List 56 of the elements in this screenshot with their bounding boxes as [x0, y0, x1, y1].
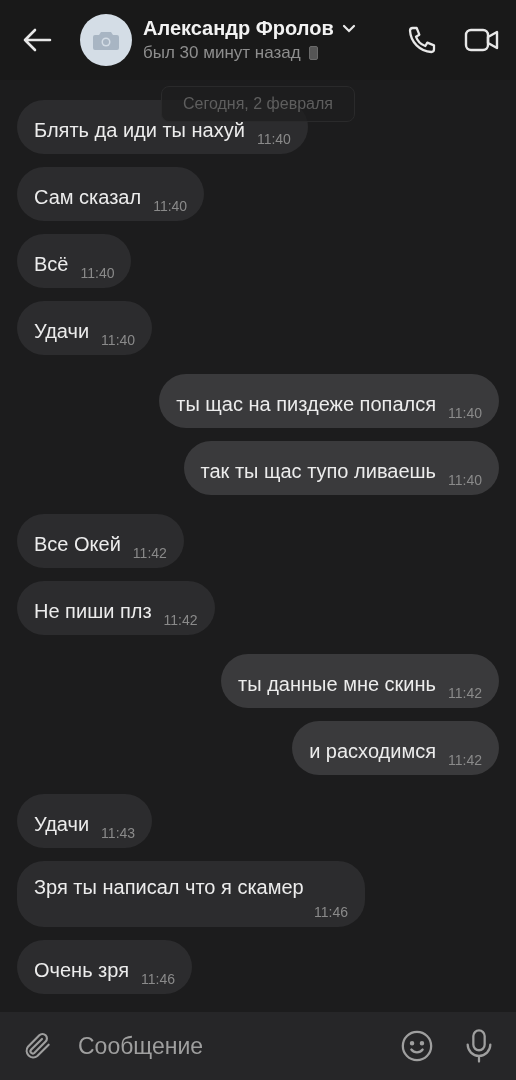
incoming-message-bubble[interactable]: Очень зря 11:46: [17, 940, 193, 994]
voice-button[interactable]: [464, 1029, 494, 1063]
back-button[interactable]: [22, 28, 52, 52]
outgoing-message-bubble[interactable]: ты данные мне скинь 11:42: [221, 654, 499, 708]
message-text: так ты щас тупо ливаешь: [200, 459, 436, 484]
incoming-message-bubble[interactable]: Всё 11:40: [17, 234, 132, 288]
emoji-button[interactable]: [400, 1029, 434, 1063]
smiley-icon: [400, 1029, 434, 1063]
message-input[interactable]: Сообщение: [76, 1031, 400, 1061]
message-time: 11:40: [101, 332, 136, 348]
message-time: 11:42: [132, 545, 167, 561]
contact-name[interactable]: Александр Фролов: [143, 17, 334, 40]
message-time: 11:42: [163, 612, 198, 628]
incoming-message-bubble[interactable]: Зря ты написал что я скамер 11:46: [17, 861, 365, 927]
incoming-message-bubble[interactable]: Сам сказал 11:40: [17, 167, 205, 221]
avatar[interactable]: [80, 14, 132, 66]
message-text: Сам сказал: [34, 185, 142, 210]
outgoing-message-bubble[interactable]: ты щас на пиздеже попался 11:40: [159, 374, 499, 428]
message-text: Всё: [34, 252, 69, 277]
message-text: ты щас на пиздеже попался: [176, 392, 436, 417]
microphone-icon: [464, 1029, 494, 1063]
outgoing-message-bubble[interactable]: и расходимся 11:42: [292, 721, 499, 775]
message-text: ты данные мне скинь: [238, 672, 436, 697]
message-time: 11:40: [153, 198, 188, 214]
phone-icon: [406, 24, 438, 56]
outgoing-message-bubble[interactable]: так ты щас тупо ливаешь 11:40: [183, 441, 499, 495]
incoming-message-bubble[interactable]: Удачи 11:43: [17, 794, 153, 848]
message-time: 11:46: [314, 904, 348, 920]
video-call-button[interactable]: [464, 27, 500, 53]
message-time: 11:40: [80, 265, 115, 281]
call-button[interactable]: [406, 24, 438, 56]
message-time: 11:40: [448, 472, 482, 488]
message-time: 11:40: [448, 405, 482, 421]
message-time: 11:40: [256, 131, 291, 147]
message-text: Все Окей: [34, 532, 121, 557]
message-text: Удачи: [34, 319, 90, 344]
incoming-message-bubble[interactable]: Удачи 11:40: [17, 301, 153, 355]
camera-icon: [93, 30, 119, 50]
message-time: 11:46: [141, 971, 176, 987]
message-text: Зря ты написал что я скамер: [34, 875, 304, 900]
message-text: и расходимся: [309, 739, 436, 764]
back-arrow-icon: [22, 28, 52, 52]
video-camera-icon: [464, 27, 500, 53]
message-time: 11:42: [448, 752, 482, 768]
message-time: 11:43: [101, 825, 136, 841]
last-seen-status: был 30 минут назад: [143, 43, 301, 63]
message-text: Не пиши плз: [34, 599, 152, 624]
phone-device-icon: [308, 46, 318, 60]
chevron-down-icon[interactable]: [341, 24, 356, 33]
incoming-message-bubble[interactable]: Не пиши плз 11:42: [17, 581, 215, 635]
date-label: Сегодня, 2 февраля: [161, 86, 355, 122]
message-composer[interactable]: Сообщение: [0, 1012, 516, 1080]
message-text: Удачи: [34, 812, 90, 837]
message-text: Очень зря: [34, 958, 130, 983]
message-time: 11:42: [448, 685, 482, 701]
incoming-message-bubble[interactable]: Все Окей 11:42: [17, 514, 184, 568]
